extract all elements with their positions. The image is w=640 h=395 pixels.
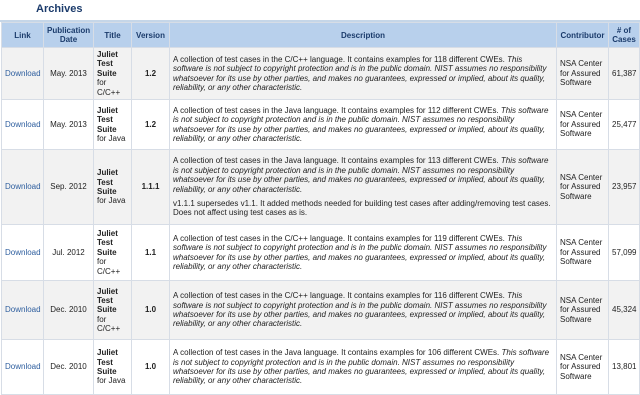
table-row: Download May. 2013 Juliet Test Suite for Ja… bbox=[1, 99, 640, 151]
col-header-link[interactable]: Link bbox=[1, 22, 44, 48]
download-link[interactable]: Download bbox=[5, 248, 41, 257]
contributor-cell: NSA Center for Assured Software bbox=[556, 280, 609, 341]
case-count: 23,957 bbox=[608, 149, 640, 226]
contributor-cell: NSA Center for Assured Software bbox=[556, 99, 609, 151]
download-link[interactable]: Download bbox=[5, 305, 41, 314]
suite-platform: for Java bbox=[97, 196, 126, 206]
description-cell: A collection of test cases in the Java l… bbox=[169, 99, 557, 151]
suite-name: Juliet Test Suite bbox=[97, 286, 118, 315]
download-cell: Download bbox=[1, 149, 44, 226]
description-cell: A collection of test cases in the C/C++ … bbox=[169, 46, 557, 101]
version-cell: 1.1 bbox=[131, 224, 170, 282]
download-link[interactable]: Download bbox=[5, 69, 41, 78]
col-header-description[interactable]: Description bbox=[169, 22, 557, 48]
table-header-row: Link Publication Date Title Version Desc… bbox=[1, 22, 640, 48]
description-cell: A collection of test cases in the Java l… bbox=[169, 339, 557, 395]
archives-table: Link Publication Date Title Version Desc… bbox=[1, 22, 640, 395]
publication-date: Dec. 2010 bbox=[43, 280, 94, 341]
publication-date: Sep. 2012 bbox=[43, 149, 94, 226]
publication-date: Jul. 2012 bbox=[43, 224, 94, 282]
download-cell: Download bbox=[1, 46, 44, 101]
case-count: 25,477 bbox=[608, 99, 640, 151]
description-text: A collection of test cases in the Java l… bbox=[173, 348, 500, 358]
suite-name: Juliet Test Suite bbox=[97, 229, 118, 257]
case-count: 45,324 bbox=[608, 280, 640, 341]
col-header-title[interactable]: Title bbox=[93, 22, 132, 48]
col-header-contributor[interactable]: Contributor bbox=[556, 22, 609, 48]
version-cell: 1.2 bbox=[131, 46, 170, 101]
table-row: Download May. 2013 Juliet Test Suite for C/… bbox=[1, 46, 640, 101]
suite-name: Juliet Test Suite bbox=[97, 50, 118, 78]
download-cell: Download bbox=[1, 280, 44, 341]
suite-name: Juliet Test Suite bbox=[97, 168, 118, 197]
archives-header: Archives bbox=[0, 0, 640, 22]
title-cell: Juliet Test Suite for Java bbox=[93, 339, 132, 395]
suite-platform: for C/C++ bbox=[97, 78, 121, 97]
suite-platform: for Java bbox=[97, 133, 126, 143]
download-link[interactable]: Download bbox=[5, 120, 41, 129]
description-text: A collection of test cases in the C/C++ … bbox=[173, 233, 505, 243]
download-link[interactable]: Download bbox=[5, 182, 41, 191]
col-header-version[interactable]: Version bbox=[131, 22, 170, 48]
contributor-cell: NSA Center for Assured Software bbox=[556, 149, 609, 226]
download-cell: Download bbox=[1, 339, 44, 395]
description-text: A collection of test cases in the Java l… bbox=[173, 105, 499, 115]
col-header-date[interactable]: Publication Date bbox=[43, 22, 94, 48]
page-title: Archives bbox=[36, 3, 83, 15]
download-cell: Download bbox=[1, 99, 44, 151]
contributor-cell: NSA Center for Assured Software bbox=[556, 224, 609, 282]
description-cell: A collection of test cases in the Java l… bbox=[169, 149, 557, 226]
publication-date: May. 2013 bbox=[43, 46, 94, 101]
suite-name: Juliet Test Suite bbox=[97, 105, 118, 134]
publication-date: Dec. 2010 bbox=[43, 339, 94, 395]
title-cell: Juliet Test Suite for C/C++ bbox=[93, 46, 132, 101]
case-count: 57,099 bbox=[608, 224, 640, 282]
table-row: Download Jul. 2012 Juliet Test Suite for C/… bbox=[1, 224, 640, 282]
suite-platform: for Java bbox=[97, 376, 126, 386]
version-cell: 1.2 bbox=[131, 99, 170, 151]
download-cell: Download bbox=[1, 224, 44, 282]
publication-date: May. 2013 bbox=[43, 99, 94, 151]
description-cell: A collection of test cases in the C/C++ … bbox=[169, 280, 557, 341]
title-cell: Juliet Test Suite for C/C++ bbox=[93, 280, 132, 341]
version-note: v1.1.1 supersedes v1.1. It added methods… bbox=[173, 198, 551, 218]
contributor-cell: NSA Center for Assured Software bbox=[556, 46, 609, 101]
description-text: A collection of test cases in the C/C++ … bbox=[173, 54, 505, 64]
case-count: 13,801 bbox=[608, 339, 640, 395]
contributor-cell: NSA Center for Assured Software bbox=[556, 339, 609, 395]
title-cell: Juliet Test Suite for Java bbox=[93, 99, 132, 151]
title-cell: Juliet Test Suite for Java bbox=[93, 149, 132, 226]
suite-platform: for C/C++ bbox=[97, 257, 121, 276]
suite-name: Juliet Test Suite bbox=[97, 348, 118, 377]
version-cell: 1.0 bbox=[131, 339, 170, 395]
col-header-cases[interactable]: # of Cases bbox=[608, 22, 640, 48]
table-row: Download Dec. 2010 Juliet Test Suite for Ja… bbox=[1, 339, 640, 395]
description-text: A collection of test cases in the Java l… bbox=[173, 156, 499, 166]
case-count: 61,387 bbox=[608, 46, 640, 101]
title-cell: Juliet Test Suite for C/C++ bbox=[93, 224, 132, 282]
table-row: Download Dec. 2010 Juliet Test Suite for C/… bbox=[1, 280, 640, 341]
suite-platform: for C/C++ bbox=[97, 314, 121, 334]
description-cell: A collection of test cases in the C/C++ … bbox=[169, 224, 557, 282]
version-cell: 1.0 bbox=[131, 280, 170, 341]
table-row: Download Sep. 2012 Juliet Test Suite for Ja… bbox=[1, 149, 640, 226]
description-text: A collection of test cases in the C/C++ … bbox=[173, 291, 505, 301]
download-link[interactable]: Download bbox=[5, 362, 41, 371]
version-cell: 1.1.1 bbox=[131, 149, 170, 226]
